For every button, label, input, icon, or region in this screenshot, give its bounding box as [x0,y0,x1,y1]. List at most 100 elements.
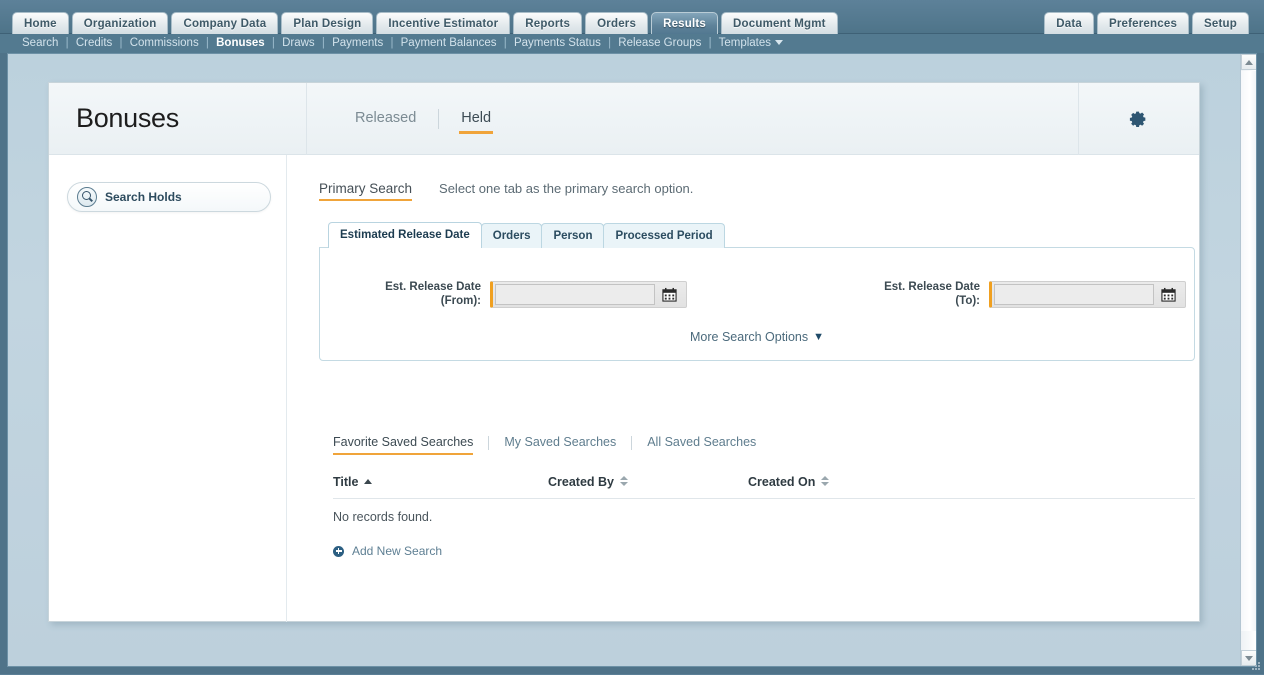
gear-icon [1129,111,1146,127]
subnav-item-payments-status[interactable]: Payments Status [514,37,601,49]
search-tab-orders[interactable]: Orders [480,223,543,248]
nav-tab-setup[interactable]: Setup [1192,12,1249,34]
column-header-created-on[interactable]: Created On [748,475,1195,499]
empty-message: No records found. [333,510,433,524]
more-search-options-link[interactable]: More Search Options [690,330,808,344]
more-search-options-row: More Search Options ▼ [320,330,1194,344]
subnav-item-credits[interactable]: Credits [76,37,112,49]
resize-grip[interactable] [1250,660,1262,672]
subnav-item-payments[interactable]: Payments [332,37,383,49]
nav-tab-incentive-estimator[interactable]: Incentive Estimator [376,12,511,34]
field-label-to-line2: (To): [955,295,980,307]
column-header-created-by[interactable]: Created By [548,475,748,499]
tab-all-saved-searches[interactable]: All Saved Searches [647,435,756,455]
tab-favorite-saved-searches[interactable]: Favorite Saved Searches [333,435,474,455]
secondary-navigation-bar: Search | Credits | Commissions | Bonuses… [0,34,1264,53]
subnav-separator: | [119,37,123,49]
primary-search-hint: Select one tab as the primary search opt… [439,181,694,196]
vertical-scrollbar[interactable] [1240,54,1256,666]
primary-search-label[interactable]: Primary Search [319,181,413,201]
subnav-item-search[interactable]: Search [22,37,58,49]
search-tab-strip: Estimated Release Date Orders Person Pro… [328,222,1195,248]
subnav-separator: | [65,37,69,49]
nav-tab-document-mgmt[interactable]: Document Mgmt [721,12,838,34]
subnav-separator: | [390,37,394,49]
search-tab-processed-period[interactable]: Processed Period [603,223,725,248]
primary-search-heading: Primary Search Select one tab as the pri… [319,181,1195,201]
nav-tab-organization[interactable]: Organization [71,12,169,34]
page-background: Bonuses Released Held Search Holds Prima… [8,54,1240,666]
magnifier-icon [77,187,97,207]
input-group-from [490,280,687,308]
sort-neutral-icon[interactable] [620,476,628,487]
search-tab-estimated-release-date[interactable]: Estimated Release Date [328,222,482,248]
chevron-down-icon[interactable]: ▼ [813,331,824,343]
table-row-empty: No records found. [333,499,1195,524]
field-label-from: Est. Release Date (From): [358,280,490,308]
bonuses-card: Bonuses Released Held Search Holds Prima… [48,82,1200,622]
saved-searches-section: Favorite Saved Searches My Saved Searche… [333,435,1195,558]
nav-tab-orders[interactable]: Orders [585,12,649,34]
search-holds-label: Search Holds [105,190,182,204]
field-label-from-line2: (From): [440,295,481,307]
calendar-button-from[interactable] [655,284,684,305]
page-title: Bonuses [76,103,179,133]
subnav-separator: | [503,37,507,49]
subnav-item-bonuses[interactable]: Bonuses [216,37,265,49]
nav-tab-data[interactable]: Data [1044,12,1094,34]
nav-tab-preferences[interactable]: Preferences [1096,12,1190,34]
scroll-up-button[interactable] [1241,54,1256,70]
nav-tab-reports[interactable]: Reports [513,12,583,34]
subnav-separator: | [608,37,612,49]
column-header-created-by-label: Created By [548,475,614,489]
scrollbar-thumb[interactable] [1241,71,1256,631]
column-header-title[interactable]: Title [333,475,548,499]
header-tab-separator [438,108,440,129]
subnav-item-commissions[interactable]: Commissions [130,37,199,49]
resize-grip-icon [1252,662,1260,670]
saved-tab-separator [488,436,490,450]
plus-circle-icon [333,545,344,557]
tab-my-saved-searches[interactable]: My Saved Searches [504,435,616,455]
est-release-date-from-input[interactable] [495,283,655,305]
subnav-item-draws[interactable]: Draws [282,37,315,49]
tab-released[interactable]: Released [353,107,418,134]
subnav-separator: | [271,37,275,49]
saved-searches-table: Title Created By Created On No records f… [333,475,1195,524]
search-fields-row: Est. Release Date (From): Est. Release D… [320,248,1194,308]
subnav-separator: | [321,37,325,49]
search-panel: Est. Release Date (From): Est. Release D… [319,247,1195,361]
nav-tab-results[interactable]: Results [651,12,719,34]
est-release-date-to-input[interactable] [994,283,1154,305]
card-header: Bonuses Released Held [49,82,1199,155]
table-header-row: Title Created By Created On [333,475,1195,499]
saved-tab-separator [631,436,633,450]
tab-held[interactable]: Held [459,107,494,134]
sidebar: Search Holds [49,155,287,622]
nav-tab-company-data[interactable]: Company Data [171,12,279,34]
sort-ascending-icon[interactable] [364,479,373,484]
search-tab-person[interactable]: Person [541,223,605,248]
field-est-release-date-to: Est. Release Date (To): [857,280,1186,308]
nav-tab-home[interactable]: Home [12,12,69,34]
saved-searches-tab-group: Favorite Saved Searches My Saved Searche… [333,435,1195,455]
column-header-title-label: Title [333,475,359,489]
field-est-release-date-from: Est. Release Date (From): [358,280,687,308]
column-header-created-on-label: Created On [748,475,816,489]
search-holds-button[interactable]: Search Holds [67,182,271,212]
chevron-down-icon[interactable] [775,40,784,45]
calendar-button-to[interactable] [1154,284,1183,305]
settings-button[interactable] [1078,82,1199,155]
add-new-search-label: Add New Search [352,544,443,558]
subnav-item-templates[interactable]: Templates [719,37,771,49]
subnav-separator: | [205,37,209,49]
chevron-up-icon [1245,59,1253,65]
add-new-search-button[interactable]: Add New Search [333,544,1195,558]
subnav-item-release-groups[interactable]: Release Groups [618,37,701,49]
calendar-icon [1161,287,1176,302]
nav-tab-plan-design[interactable]: Plan Design [281,12,374,34]
header-tab-group: Released Held [307,83,1078,155]
subnav-item-payment-balances[interactable]: Payment Balances [401,37,497,49]
field-label-to: Est. Release Date (To): [857,280,989,308]
sort-neutral-icon[interactable] [821,476,830,487]
